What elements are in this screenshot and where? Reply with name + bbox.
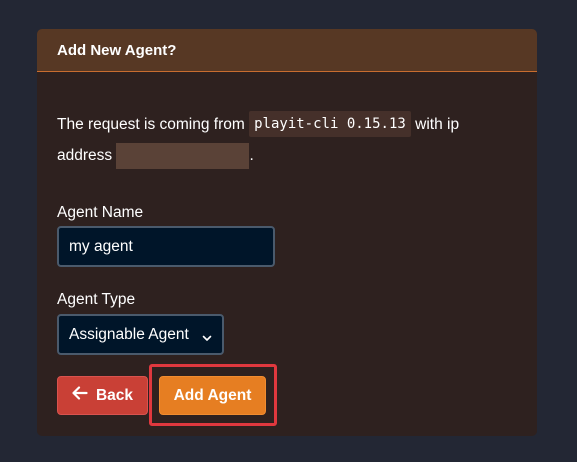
back-button[interactable]: Back <box>57 376 148 415</box>
agent-type-select[interactable]: Assignable Agent <box>57 314 224 355</box>
card-title: Add New Agent? <box>57 41 177 59</box>
agent-type-label: Agent Type <box>57 291 136 308</box>
add-agent-card: Add New Agent? The request is coming fro… <box>37 29 537 436</box>
description-end: . <box>249 147 254 164</box>
description-middle: with ip <box>415 116 460 133</box>
description-suffix: address <box>57 147 113 164</box>
ip-address-redacted <box>116 143 250 169</box>
description-prefix: The request is coming from <box>57 116 245 133</box>
agent-name-input[interactable] <box>57 226 275 267</box>
agent-type-selected-value: Assignable Agent <box>69 325 189 343</box>
request-description: The request is coming from playit-cli 0.… <box>57 109 517 171</box>
add-agent-button[interactable]: Add Agent <box>159 376 266 415</box>
back-button-label: Back <box>95 386 134 404</box>
chevron-down-icon <box>202 330 212 341</box>
arrow-left-icon <box>72 386 88 405</box>
client-version-code: playit-cli 0.15.13 <box>249 111 411 137</box>
add-agent-button-label: Add Agent <box>173 386 252 404</box>
agent-name-label: Agent Name <box>57 204 144 221</box>
card-header: Add New Agent? <box>37 29 537 72</box>
